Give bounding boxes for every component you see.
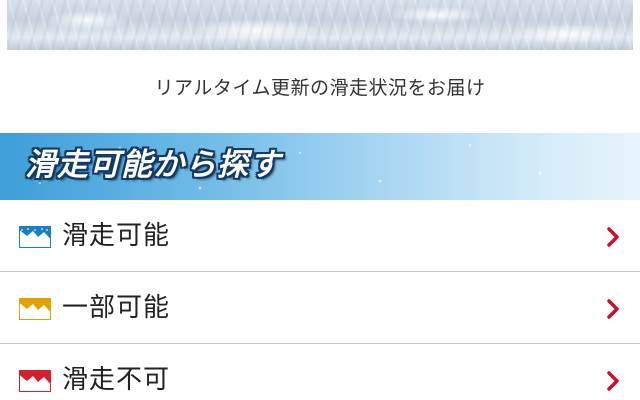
status-item-available[interactable]: 滑走可能 [0, 200, 640, 272]
status-list: 滑走可能 一部可能 滑走不可 [0, 200, 640, 400]
status-item-label: 一部可能 [62, 293, 171, 323]
chevron-right-icon [607, 299, 619, 319]
chevron-right-icon [607, 371, 619, 391]
tagline: リアルタイム更新の滑走状況をお届け [154, 77, 486, 99]
chevron-right-icon [607, 227, 619, 247]
status-item-closed[interactable]: 滑走不可 [0, 344, 640, 400]
status-item-partial[interactable]: 一部可能 [0, 272, 640, 344]
section-title: 滑走可能から探す [25, 147, 281, 183]
hero-snow-image [7, 0, 633, 50]
status-item-label: 滑走可能 [62, 221, 171, 251]
section-header: 滑走可能から探す [0, 133, 640, 200]
mountain-available-icon [19, 226, 51, 248]
mountain-closed-icon [19, 370, 51, 392]
page: リアルタイム更新の滑走状況をお届け 滑走可能から探す 滑走可能 一部可能 滑走不… [0, 0, 640, 400]
mountain-partial-icon [19, 298, 51, 320]
status-item-label: 滑走不可 [62, 365, 171, 395]
